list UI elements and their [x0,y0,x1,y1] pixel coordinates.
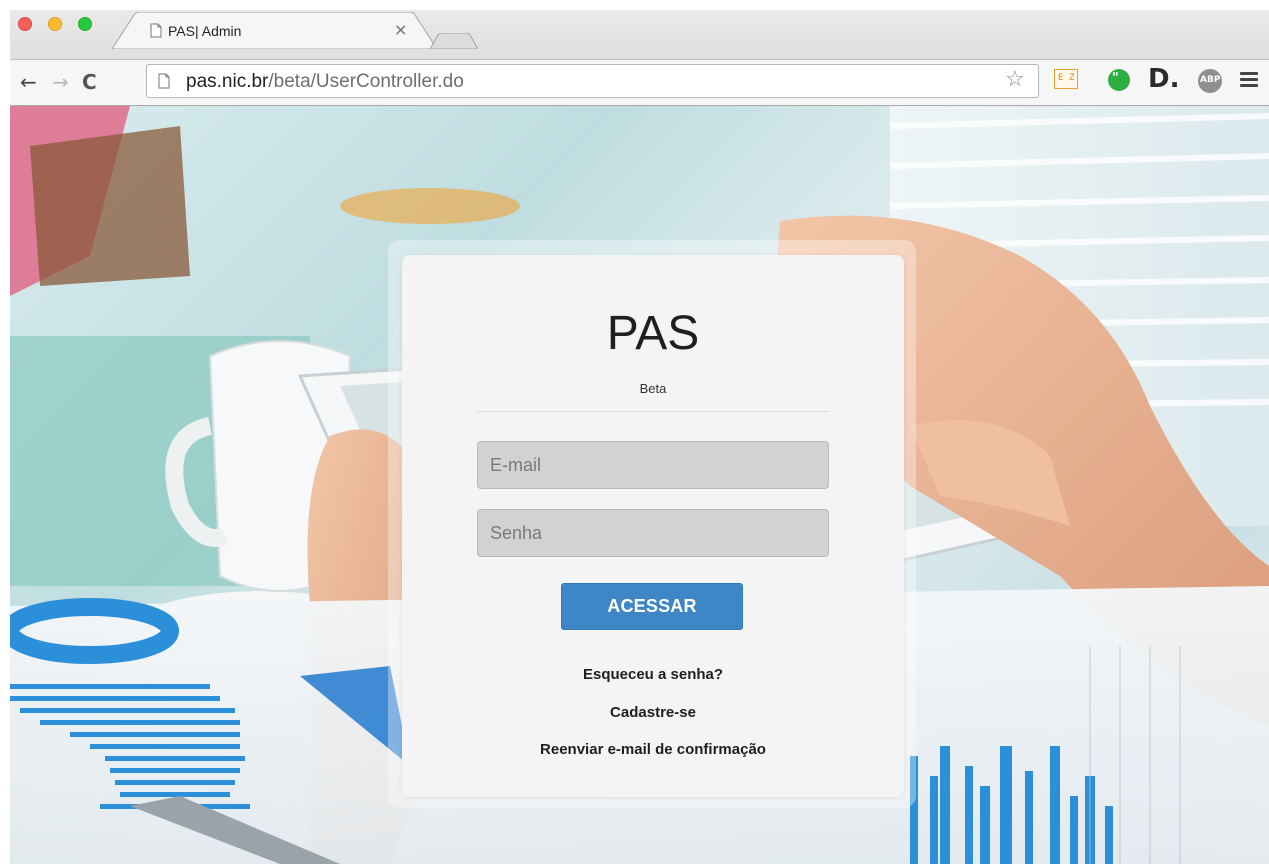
maximize-window-button[interactable] [78,17,92,31]
tab-close-icon[interactable]: × [394,20,407,39]
bookmark-star-icon[interactable]: ☆ [1005,67,1025,92]
abp-label: ABP [1200,75,1221,85]
ez-e-letter: E [1058,73,1064,83]
url-text[interactable]: pas.nic.br/beta/UserController.do [186,71,464,93]
app-subtitle: Beta [639,381,667,396]
ez-z-letter: Z [1069,73,1075,83]
d-extension-icon[interactable]: D. [1148,64,1179,94]
page-icon [158,73,170,89]
divider [477,411,829,412]
url-host: pas.nic.br [186,71,269,92]
adblock-plus-icon[interactable]: ABP [1198,69,1222,93]
reload-icon[interactable]: C [82,71,97,93]
url-path: /beta/UserController.do [268,71,464,92]
page-icon [150,23,162,38]
password-field[interactable] [477,509,829,557]
hangouts-icon[interactable]: " [1108,69,1130,91]
new-tab-button[interactable] [430,33,478,49]
hamburger-menu-icon[interactable] [1240,72,1258,88]
ez-translate-icon[interactable]: E Z [1054,69,1078,89]
hangouts-quote-glyph: " [1112,71,1119,86]
app-title: PAS [606,307,700,360]
close-window-button[interactable] [18,17,32,31]
back-arrow-icon[interactable]: ← [20,71,37,93]
minimize-window-button[interactable] [48,17,62,31]
email-field[interactable] [477,441,829,489]
resend-confirmation-link[interactable]: Reenviar e-mail de confirmação [402,741,904,758]
login-submit-button[interactable]: ACESSAR [561,583,743,630]
signup-link[interactable]: Cadastre-se [402,704,904,721]
forgot-password-link[interactable]: Esqueceu a senha? [402,666,904,683]
forward-arrow-icon[interactable]: → [52,71,69,93]
tab-title: PAS| Admin [168,23,242,39]
d-extension-glyph: D. [1148,64,1180,94]
